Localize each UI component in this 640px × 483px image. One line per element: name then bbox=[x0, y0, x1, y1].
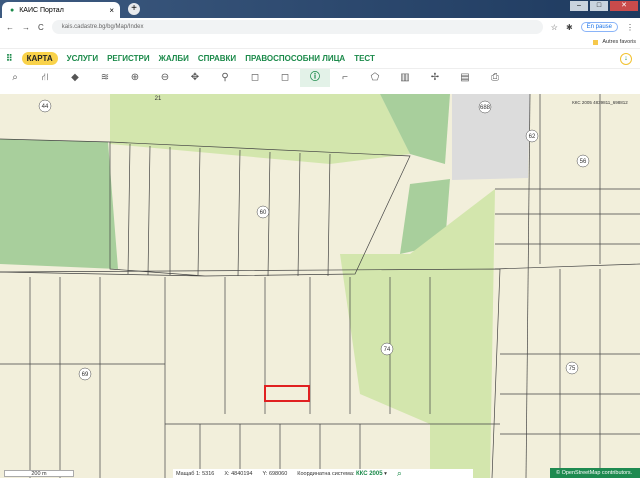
bookmark-star-icon[interactable]: ☆ bbox=[551, 23, 558, 32]
download-icon[interactable]: ↓ bbox=[620, 52, 632, 65]
url-field[interactable]: kais.cadastre.bg/bg/Map/Index bbox=[51, 20, 543, 34]
svg-text:74: 74 bbox=[384, 347, 391, 353]
tab-title: КАИС Портал bbox=[19, 6, 64, 14]
stack-icon[interactable]: ≋ bbox=[90, 69, 120, 87]
svg-text:69: 69 bbox=[82, 372, 89, 378]
layers-icon[interactable]: ◆ bbox=[60, 69, 90, 87]
tree-icon[interactable]: ⛙ bbox=[30, 69, 60, 87]
zoom-in-icon[interactable]: ⊕ bbox=[120, 69, 150, 87]
parcel-label: 69 bbox=[78, 367, 92, 381]
apps-grid-icon[interactable]: ⠿ bbox=[6, 53, 13, 64]
info-icon[interactable]: ⓘ bbox=[300, 68, 330, 87]
close-tab-icon[interactable]: × bbox=[109, 6, 114, 15]
nav-spravki[interactable]: СПРАВКИ bbox=[198, 54, 236, 63]
select-rect-remove-icon[interactable]: ◻ bbox=[270, 69, 300, 87]
back-icon[interactable]: ← bbox=[6, 23, 14, 32]
forest-area bbox=[0, 139, 118, 269]
scale-value[interactable]: 5316 bbox=[202, 471, 214, 477]
parcel-label: 688 bbox=[478, 100, 492, 114]
svg-text:688: 688 bbox=[480, 105, 491, 111]
nav-pravosposobni[interactable]: ПРАВОСПОСОБНИ ЛИЦА bbox=[245, 54, 345, 63]
chevron-down-icon[interactable]: ▾ bbox=[384, 471, 387, 477]
svg-text:62: 62 bbox=[529, 134, 536, 140]
polyline-icon[interactable]: ⌐ bbox=[330, 69, 360, 87]
parcel-label: 75 bbox=[565, 361, 579, 375]
profile-button[interactable]: En pause bbox=[580, 22, 618, 32]
search-icon[interactable]: ⌕ bbox=[0, 69, 30, 87]
osm-attribution[interactable]: © OpenStreetMap contributors. bbox=[550, 468, 640, 478]
book-icon[interactable]: ▥ bbox=[390, 69, 420, 87]
parcel-label: 21 bbox=[155, 96, 162, 102]
scale-bar: 200 m bbox=[4, 470, 74, 477]
svg-text:60: 60 bbox=[260, 210, 267, 216]
search-icon[interactable]: ⌕ bbox=[397, 468, 402, 479]
cadastral-map[interactable]: 44 21 688 62 56 60 74 69 75 ККС 2005 483… bbox=[0, 93, 640, 479]
pan-icon[interactable]: ✥ bbox=[180, 69, 210, 87]
svg-text:75: 75 bbox=[569, 366, 576, 372]
zoom-out-icon[interactable]: ⊖ bbox=[150, 69, 180, 87]
nav-zhalbi[interactable]: ЖАЛБИ bbox=[159, 54, 189, 63]
scale-label: Мащаб 1: bbox=[176, 470, 201, 477]
nav-test[interactable]: ТЕСТ bbox=[354, 54, 375, 63]
parcel-label: 62 bbox=[525, 129, 539, 143]
address-bar-row: ← → C kais.cadastre.bg/bg/Map/Index ☆ ✱ En … bbox=[0, 18, 640, 36]
pin-icon[interactable]: ⚲ bbox=[210, 69, 240, 87]
y-label: Y: bbox=[262, 470, 268, 477]
svg-text:21: 21 bbox=[155, 96, 162, 102]
main-nav: ⠿ КАРТА УСЛУГИ РЕГИСТРИ ЖАЛБИ СПРАВКИ ПР… bbox=[0, 48, 640, 68]
bookmarks-folder[interactable]: Autres favoris bbox=[602, 39, 636, 45]
maximize-button[interactable]: □ bbox=[590, 1, 608, 11]
parcel-label: 60 bbox=[256, 205, 270, 219]
reload-icon[interactable]: C bbox=[38, 23, 44, 32]
bookmarks-bar: Autres favoris bbox=[0, 36, 640, 48]
x-label: X: bbox=[224, 470, 230, 477]
parcel-label: 44 bbox=[38, 99, 52, 113]
nav-karta[interactable]: КАРТА bbox=[21, 52, 58, 65]
new-tab-button[interactable]: + bbox=[128, 3, 140, 15]
browser-tab-bar: ● КАИС Портал × + – □ ✕ bbox=[0, 0, 640, 18]
extensions-icon[interactable]: ✱ bbox=[566, 23, 573, 32]
nav-registri[interactable]: РЕГИСТРИ bbox=[107, 54, 150, 63]
map-toolbar: ⌕ ⛙ ◆ ≋ ⊕ ⊖ ✥ ⚲ ◻ ◻ ⓘ ⌐ ⬠ ▥ ✢ ▤ ⎙ bbox=[0, 68, 640, 87]
forward-icon[interactable]: → bbox=[22, 23, 30, 32]
coordinates-panel: Мащаб 1: 5316 X: 4840194 Y: 698060 Коорд… bbox=[173, 468, 473, 479]
svg-text:44: 44 bbox=[42, 104, 49, 110]
x-value: 4840194 bbox=[231, 470, 253, 477]
select-rect-add-icon[interactable]: ◻ bbox=[240, 69, 270, 87]
print-icon[interactable]: ⎙ bbox=[480, 69, 510, 87]
minimize-button[interactable]: – bbox=[570, 1, 588, 11]
y-value: 698060 bbox=[268, 470, 288, 477]
coordinate-note: ККС 2005 4839811_698812 bbox=[572, 100, 628, 105]
folder-icon bbox=[593, 39, 599, 45]
nav-uslugi[interactable]: УСЛУГИ bbox=[67, 54, 98, 63]
parcel-label: 56 bbox=[576, 154, 590, 168]
map-canvas[interactable]: 44 21 688 62 56 60 74 69 75 ККС 2005 483… bbox=[0, 93, 640, 479]
polygon-icon[interactable]: ⬠ bbox=[360, 69, 390, 87]
close-window-button[interactable]: ✕ bbox=[610, 1, 638, 11]
measure-icon[interactable]: ✢ bbox=[420, 69, 450, 87]
menu-icon[interactable]: ⋮ bbox=[626, 23, 634, 32]
parcel-label: 74 bbox=[380, 342, 394, 356]
svg-text:56: 56 bbox=[580, 159, 587, 165]
status-bar: 200 m Мащаб 1: 5316 X: 4840194 Y: 698060… bbox=[0, 468, 640, 479]
browser-tab[interactable]: ● КАИС Портал × bbox=[2, 2, 120, 18]
cs-label: Координатна система: bbox=[297, 470, 355, 477]
favicon-icon: ● bbox=[10, 6, 15, 14]
document-icon[interactable]: ▤ bbox=[450, 69, 480, 87]
cs-select[interactable]: ККС 2005 bbox=[356, 471, 383, 477]
